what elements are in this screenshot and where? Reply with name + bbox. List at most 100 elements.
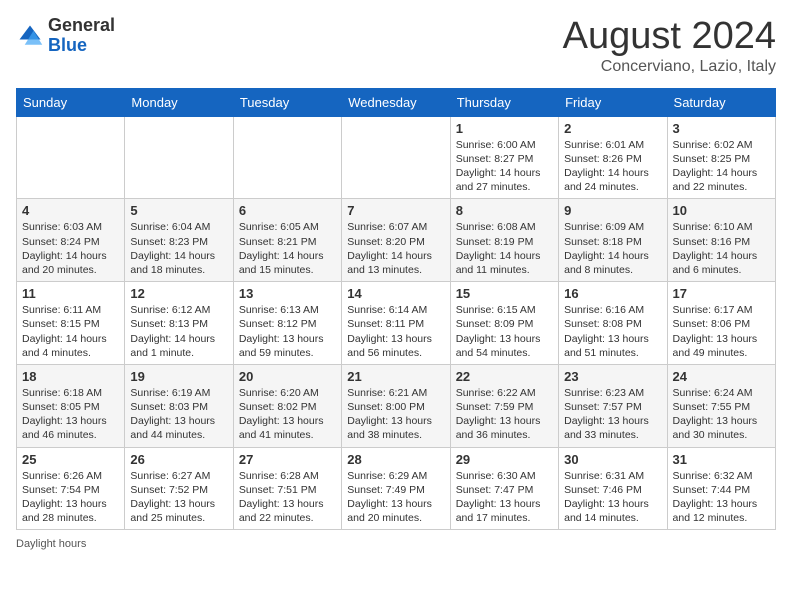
- calendar-cell: 9Sunrise: 6:09 AM Sunset: 8:18 PM Daylig…: [559, 199, 667, 282]
- day-info: Sunrise: 6:32 AM Sunset: 7:44 PM Dayligh…: [673, 469, 770, 526]
- day-number: 26: [130, 452, 227, 467]
- day-number: 28: [347, 452, 444, 467]
- calendar-col-header: Saturday: [667, 88, 775, 116]
- day-info: Sunrise: 6:17 AM Sunset: 8:06 PM Dayligh…: [673, 303, 770, 360]
- day-info: Sunrise: 6:21 AM Sunset: 8:00 PM Dayligh…: [347, 386, 444, 443]
- calendar-cell: 4 Sunrise: 6:03 AM Sunset: 8:24 PM Daylig…: [17, 199, 125, 282]
- day-number: 6: [239, 203, 336, 218]
- day-info: Sunrise: 6:03 AM Sunset: 8:24 PM Dayligh…: [22, 220, 119, 277]
- day-info: Sunrise: 6:19 AM Sunset: 8:03 PM Dayligh…: [130, 386, 227, 443]
- calendar-cell: 31 Sunrise: 6:32 AM Sunset: 7:44 PM Dayli…: [667, 447, 775, 530]
- day-number: 21: [347, 369, 444, 384]
- calendar-cell: 14Sunrise: 6:14 AM Sunset: 8:11 PM Dayli…: [342, 282, 450, 365]
- calendar-cell: 3 Sunrise: 6:02 AM Sunset: 8:25 PM Daylig…: [667, 116, 775, 199]
- month-title: August 2024: [563, 16, 776, 58]
- day-number: 7: [347, 203, 444, 218]
- day-info: Sunrise: 6:11 AM Sunset: 8:15 PM Dayligh…: [22, 303, 119, 360]
- day-number: 16: [564, 286, 661, 301]
- day-info: Sunrise: 6:12 AM Sunset: 8:13 PM Dayligh…: [130, 303, 227, 360]
- calendar-cell: 29Sunrise: 6:30 AM Sunset: 7:47 PM Dayli…: [450, 447, 558, 530]
- day-number: 2: [564, 121, 661, 136]
- logo-blue: Blue: [48, 36, 115, 56]
- day-number: 24: [673, 369, 770, 384]
- calendar-cell: 18 Sunrise: 6:18 AM Sunset: 8:05 PM Dayli…: [17, 364, 125, 447]
- calendar-cell: 25Sunrise: 6:26 AM Sunset: 7:54 PM Dayli…: [17, 447, 125, 530]
- day-number: 10: [673, 203, 770, 218]
- calendar-week-row: 11 Sunrise: 6:11 AM Sunset: 8:15 PM Dayli…: [17, 282, 776, 365]
- title-area: August 2024 Concerviano, Lazio, Italy: [563, 16, 776, 76]
- day-info: Sunrise: 6:28 AM Sunset: 7:51 PM Dayligh…: [239, 469, 336, 526]
- day-number: 3: [673, 121, 770, 136]
- day-info: Sunrise: 6:09 AM Sunset: 8:18 PM Dayligh…: [564, 220, 661, 277]
- calendar-cell: 24Sunrise: 6:24 AM Sunset: 7:55 PM Dayli…: [667, 364, 775, 447]
- location: Concerviano, Lazio, Italy: [563, 58, 776, 76]
- day-info: Sunrise: 6:18 AM Sunset: 8:05 PM Dayligh…: [22, 386, 119, 443]
- calendar-cell: 16 Sunrise: 6:16 AM Sunset: 8:08 PM Dayli…: [559, 282, 667, 365]
- day-number: 19: [130, 369, 227, 384]
- day-number: 25: [22, 452, 119, 467]
- calendar-week-row: 1 Sunrise: 6:00 AM Sunset: 8:27 PM Daylig…: [17, 116, 776, 199]
- calendar-cell: 26 Sunrise: 6:27 AM Sunset: 7:52 PM Dayli…: [125, 447, 233, 530]
- calendar-cell: 2 Sunrise: 6:01 AM Sunset: 8:26 PM Daylig…: [559, 116, 667, 199]
- day-number: 31: [673, 452, 770, 467]
- calendar-cell: 22Sunrise: 6:22 AM Sunset: 7:59 PM Dayli…: [450, 364, 558, 447]
- day-info: Sunrise: 6:30 AM Sunset: 7:47 PM Dayligh…: [456, 469, 553, 526]
- day-number: 5: [130, 203, 227, 218]
- day-number: 1: [456, 121, 553, 136]
- logo: General Blue: [16, 16, 115, 56]
- calendar-cell: 8 Sunrise: 6:08 AM Sunset: 8:19 PM Daylig…: [450, 199, 558, 282]
- day-number: 18: [22, 369, 119, 384]
- day-number: 22: [456, 369, 553, 384]
- calendar-col-header: Thursday: [450, 88, 558, 116]
- calendar-col-header: Tuesday: [233, 88, 341, 116]
- calendar-cell: 5Sunrise: 6:04 AM Sunset: 8:23 PM Daylig…: [125, 199, 233, 282]
- calendar-cell: 30Sunrise: 6:31 AM Sunset: 7:46 PM Dayli…: [559, 447, 667, 530]
- day-number: 11: [22, 286, 119, 301]
- calendar-cell: 13 Sunrise: 6:13 AM Sunset: 8:12 PM Dayli…: [233, 282, 341, 365]
- calendar-col-header: Friday: [559, 88, 667, 116]
- page-header: General Blue August 2024 Concerviano, La…: [16, 16, 776, 76]
- calendar-week-row: 18 Sunrise: 6:18 AM Sunset: 8:05 PM Dayli…: [17, 364, 776, 447]
- day-info: Sunrise: 6:10 AM Sunset: 8:16 PM Dayligh…: [673, 220, 770, 277]
- day-info: Sunrise: 6:27 AM Sunset: 7:52 PM Dayligh…: [130, 469, 227, 526]
- day-info: Sunrise: 6:01 AM Sunset: 8:26 PM Dayligh…: [564, 138, 661, 195]
- day-number: 13: [239, 286, 336, 301]
- calendar-cell: 12 Sunrise: 6:12 AM Sunset: 8:13 PM Dayli…: [125, 282, 233, 365]
- calendar-cell: 27 Sunrise: 6:28 AM Sunset: 7:51 PM Dayli…: [233, 447, 341, 530]
- day-number: 12: [130, 286, 227, 301]
- calendar-cell: 10 Sunrise: 6:10 AM Sunset: 8:16 PM Dayli…: [667, 199, 775, 282]
- footer-daylight: Daylight hours: [16, 538, 776, 550]
- day-number: 8: [456, 203, 553, 218]
- calendar-cell: 7Sunrise: 6:07 AM Sunset: 8:20 PM Daylig…: [342, 199, 450, 282]
- calendar-cell: 23Sunrise: 6:23 AM Sunset: 7:57 PM Dayli…: [559, 364, 667, 447]
- calendar-cell: 21 Sunrise: 6:21 AM Sunset: 8:00 PM Dayli…: [342, 364, 450, 447]
- day-number: 4: [22, 203, 119, 218]
- day-number: 15: [456, 286, 553, 301]
- logo-general: General: [48, 16, 115, 36]
- day-number: 27: [239, 452, 336, 467]
- calendar-cell: 15 Sunrise: 6:15 AM Sunset: 8:09 PM Dayli…: [450, 282, 558, 365]
- day-number: 23: [564, 369, 661, 384]
- day-info: Sunrise: 6:02 AM Sunset: 8:25 PM Dayligh…: [673, 138, 770, 195]
- day-info: Sunrise: 6:20 AM Sunset: 8:02 PM Dayligh…: [239, 386, 336, 443]
- calendar-cell: 20 Sunrise: 6:20 AM Sunset: 8:02 PM Dayli…: [233, 364, 341, 447]
- day-number: 17: [673, 286, 770, 301]
- calendar-week-row: 4 Sunrise: 6:03 AM Sunset: 8:24 PM Daylig…: [17, 199, 776, 282]
- calendar-week-row: 25Sunrise: 6:26 AM Sunset: 7:54 PM Dayli…: [17, 447, 776, 530]
- day-info: Sunrise: 6:00 AM Sunset: 8:27 PM Dayligh…: [456, 138, 553, 195]
- calendar-cell: 28Sunrise: 6:29 AM Sunset: 7:49 PM Dayli…: [342, 447, 450, 530]
- calendar-cell: 1 Sunrise: 6:00 AM Sunset: 8:27 PM Daylig…: [450, 116, 558, 199]
- calendar-col-header: Sunday: [17, 88, 125, 116]
- calendar-cell: 17 Sunrise: 6:17 AM Sunset: 8:06 PM Dayli…: [667, 282, 775, 365]
- logo-icon: [16, 22, 44, 50]
- calendar-cell: [125, 116, 233, 199]
- calendar-cell: 19 Sunrise: 6:19 AM Sunset: 8:03 PM Dayli…: [125, 364, 233, 447]
- day-info: Sunrise: 6:08 AM Sunset: 8:19 PM Dayligh…: [456, 220, 553, 277]
- day-info: Sunrise: 6:15 AM Sunset: 8:09 PM Dayligh…: [456, 303, 553, 360]
- calendar-col-header: Wednesday: [342, 88, 450, 116]
- day-info: Sunrise: 6:16 AM Sunset: 8:08 PM Dayligh…: [564, 303, 661, 360]
- day-number: 14: [347, 286, 444, 301]
- day-number: 20: [239, 369, 336, 384]
- calendar-table: SundayMondayTuesdayWednesdayThursdayFrid…: [16, 88, 776, 530]
- day-info: Sunrise: 6:13 AM Sunset: 8:12 PM Dayligh…: [239, 303, 336, 360]
